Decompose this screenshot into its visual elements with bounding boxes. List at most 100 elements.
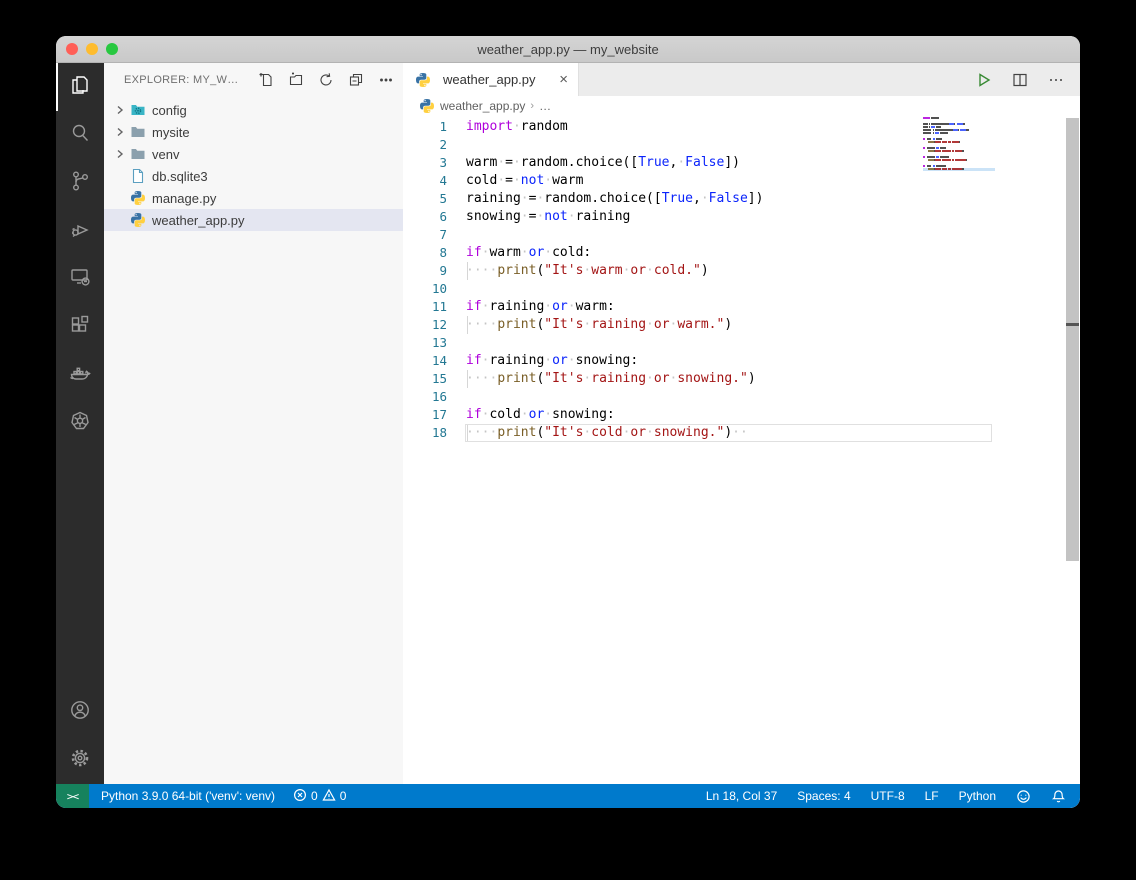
tree-item-label: manage.py [152, 191, 216, 206]
window-controls [66, 36, 118, 62]
code-line-10[interactable]: 10 [403, 280, 1080, 298]
language-mode-status[interactable]: Python [957, 789, 998, 803]
activity-search[interactable] [56, 111, 104, 159]
gear-icon [68, 746, 92, 775]
warning-count: 0 [340, 789, 347, 803]
code-line-7[interactable]: 7 [403, 226, 1080, 244]
explorer-header: EXPLORER: MY_W… [104, 63, 403, 97]
line-number: 10 [403, 280, 447, 298]
code-line-6[interactable]: 6snowing·=·not·raining [403, 208, 1080, 226]
tab-weather-app[interactable]: weather_app.py × [403, 63, 579, 96]
code-line-12[interactable]: 12····print("It's·raining·or·warm.") [403, 316, 1080, 334]
tree-item-label: db.sqlite3 [152, 169, 208, 184]
error-icon [293, 788, 307, 805]
activity-settings[interactable] [56, 736, 104, 784]
explorer-title: EXPLORER: MY_W… [124, 74, 239, 86]
new-folder-icon[interactable] [287, 71, 305, 89]
minimize-window-button[interactable] [86, 43, 98, 55]
line-number: 15 [403, 370, 447, 388]
kubernetes-icon [68, 409, 92, 438]
activity-bar-spacer [56, 447, 104, 688]
indent-guide [467, 262, 468, 280]
activity-extensions[interactable] [56, 303, 104, 351]
python-interpreter-status[interactable]: Python 3.9.0 64-bit ('venv': venv) [99, 789, 277, 803]
tree-item-venv[interactable]: venv [104, 143, 403, 165]
collapse-all-icon[interactable] [347, 71, 365, 89]
line-number: 13 [403, 334, 447, 352]
line-number: 9 [403, 262, 447, 280]
titlebar[interactable]: weather_app.py — my_website [56, 36, 1080, 63]
code-line-9[interactable]: 9····print("It's·warm·or·cold.") [403, 262, 1080, 280]
close-window-button[interactable] [66, 43, 78, 55]
cursor-overview-marker [1066, 323, 1079, 326]
code-line-16[interactable]: 16 [403, 388, 1080, 406]
cursor-position-status[interactable]: Ln 18, Col 37 [704, 789, 779, 803]
chevron-right-icon: › [530, 100, 534, 112]
tree-item-db-sqlite3[interactable]: db.sqlite3 [104, 165, 403, 187]
activity-run-debug[interactable] [56, 207, 104, 255]
chevron-right-icon [112, 124, 128, 140]
line-number: 12 [403, 316, 447, 334]
line-number: 18 [403, 424, 447, 442]
activity-explorer[interactable] [56, 63, 104, 111]
file-tree: configmysite venv db.sqlite3 manage.py weath… [104, 99, 403, 231]
line-number: 16 [403, 388, 447, 406]
activity-accounts[interactable] [56, 688, 104, 736]
activity-remote-explorer[interactable] [56, 255, 104, 303]
code-line-8[interactable]: 8if·warm·or·cold: [403, 244, 1080, 262]
tree-item-weather-app-py[interactable]: weather_app.py [104, 209, 403, 231]
code-line-5[interactable]: 5raining·=·random.choice([True,·False]) [403, 190, 1080, 208]
close-tab-icon[interactable]: × [559, 71, 568, 88]
remote-indicator[interactable]: >< [56, 784, 89, 808]
chevron-right-icon [112, 146, 128, 162]
feedback-icon[interactable] [1014, 789, 1033, 804]
docker-whale-icon [68, 361, 92, 390]
tree-item-mysite[interactable]: mysite [104, 121, 403, 143]
minimap[interactable] [923, 117, 995, 171]
maximize-window-button[interactable] [106, 43, 118, 55]
line-number: 6 [403, 208, 447, 226]
code-line-4[interactable]: 4cold·=·not·warm [403, 172, 1080, 190]
code-line-13[interactable]: 13 [403, 334, 1080, 352]
debug-icon [68, 217, 92, 246]
code-line-18[interactable]: 18····print("It's·cold·or·snowing.")·· [403, 424, 1080, 442]
status-bar: >< Python 3.9.0 64-bit ('venv': venv) 0 … [56, 784, 1080, 808]
code-editor[interactable]: 1import·random23warm·=·random.choice([Tr… [403, 116, 1080, 784]
remote-explorer-icon [68, 265, 92, 294]
breadcrumb-tail[interactable]: … [539, 99, 551, 113]
code-line-14[interactable]: 14if·raining·or·snowing: [403, 352, 1080, 370]
line-number: 11 [403, 298, 447, 316]
tree-item-manage-py[interactable]: manage.py [104, 187, 403, 209]
refresh-icon[interactable] [317, 71, 335, 89]
tree-item-config[interactable]: config [104, 99, 403, 121]
window-title: weather_app.py — my_website [477, 42, 658, 57]
chevron-right-icon [112, 102, 128, 118]
python-icon [130, 212, 146, 228]
run-python-file-icon[interactable] [974, 70, 994, 90]
encoding-status[interactable]: UTF-8 [869, 789, 907, 803]
indentation-status[interactable]: Spaces: 4 [795, 789, 852, 803]
new-file-icon[interactable] [257, 71, 275, 89]
tree-item-label: venv [152, 147, 179, 162]
eol-status[interactable]: LF [923, 789, 941, 803]
line-number: 17 [403, 406, 447, 424]
folder-icon [130, 146, 146, 162]
code-line-17[interactable]: 17if·cold·or·snowing: [403, 406, 1080, 424]
folder-icon [130, 124, 146, 140]
code-line-11[interactable]: 11if·raining·or·warm: [403, 298, 1080, 316]
activity-kubernetes[interactable] [56, 399, 104, 447]
line-number: 1 [403, 118, 447, 136]
breadcrumb: weather_app.py › … [403, 96, 1080, 116]
problems-status[interactable]: 0 0 [291, 788, 348, 805]
activity-docker[interactable] [56, 351, 104, 399]
bell-icon[interactable] [1049, 789, 1068, 804]
more-actions-icon[interactable] [377, 71, 395, 89]
activity-source-control[interactable] [56, 159, 104, 207]
vertical-scrollbar[interactable] [1066, 118, 1079, 561]
activity-bar [56, 63, 104, 784]
more-actions-icon[interactable] [1046, 70, 1066, 90]
python-icon [415, 72, 431, 88]
code-line-15[interactable]: 15····print("It's·raining·or·snowing.") [403, 370, 1080, 388]
split-editor-icon[interactable] [1010, 70, 1030, 90]
breadcrumb-file[interactable]: weather_app.py [440, 99, 525, 113]
